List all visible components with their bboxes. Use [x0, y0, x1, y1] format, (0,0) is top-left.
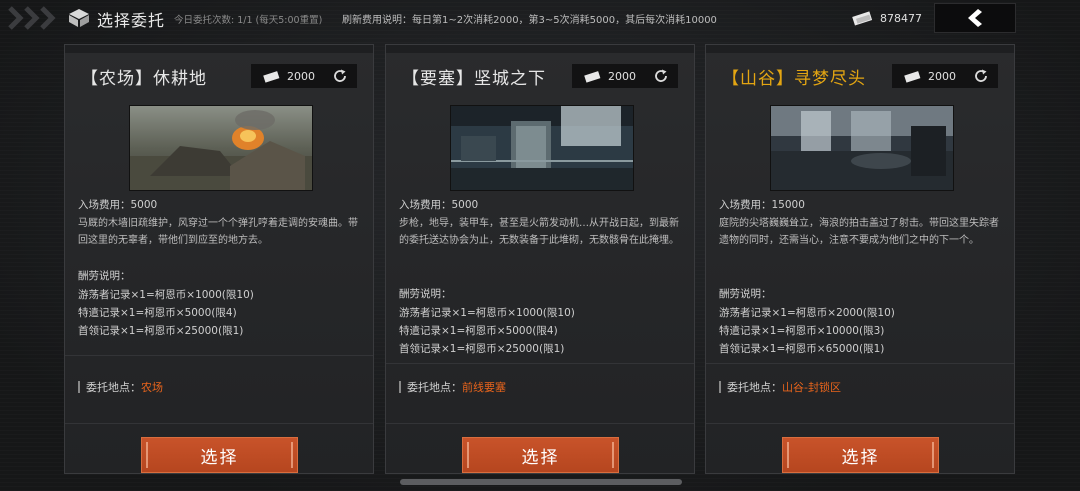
location-value: 前线要塞	[462, 381, 506, 394]
currency-display: 878477	[852, 7, 927, 29]
reward-line: 特遣记录×1=柯恩币×5000(限4)	[399, 325, 558, 337]
divider	[65, 423, 373, 424]
refresh-icon[interactable]	[974, 69, 988, 83]
page-title: 选择委托	[97, 11, 166, 30]
commission-scene-image	[129, 105, 313, 191]
commission-scene-image	[450, 105, 634, 191]
currency-value: 878477	[880, 11, 922, 25]
select-button[interactable]: 选择	[141, 437, 298, 473]
reward-title: 酬劳说明：	[78, 270, 131, 282]
entry-fee: 入场费用：5000	[399, 199, 479, 211]
reward-title: 酬劳说明：	[719, 288, 772, 300]
ticket-icon	[852, 11, 873, 26]
location-value: 山谷-封锁区	[782, 381, 841, 394]
reward-title: 酬劳说明：	[399, 288, 452, 300]
entry-fee: 入场费用：15000	[719, 199, 805, 211]
location-bar	[78, 381, 80, 393]
reward-line: 游荡者记录×1=柯恩币×1000(限10)	[78, 289, 254, 301]
divider	[706, 423, 1014, 424]
commission-location: 委托地点：农场	[78, 379, 163, 395]
location-value: 农场	[141, 381, 163, 394]
daily-commission-count: 今日委托次数: 1/1 (每天5:00重置)	[174, 15, 323, 26]
ticket-icon	[584, 70, 601, 83]
refresh-cost-button[interactable]: 2000	[251, 64, 357, 88]
refresh-cost-button[interactable]: 2000	[572, 64, 678, 88]
commission-description: 马厩的木墙旧疏维护，风穿过一个个弹孔哼着走调的安魂曲。带回这里的无辜者，带他们到…	[78, 218, 358, 246]
horizontal-scrollbar[interactable]	[400, 479, 682, 485]
select-button[interactable]: 选择	[462, 437, 619, 473]
commission-name: 【农场】休耕地	[81, 69, 207, 89]
refresh-icon[interactable]	[333, 69, 347, 83]
refresh-cost-note: 刷新费用说明：每日第1~2次消耗2000，第3~5次消耗5000，其后每次消耗1…	[342, 15, 717, 26]
commission-location: 委托地点：前线要塞	[399, 379, 506, 395]
refresh-cost-button[interactable]: 2000	[892, 64, 998, 88]
location-bar	[719, 381, 721, 393]
package-icon	[69, 9, 89, 27]
refresh-icon[interactable]	[654, 69, 668, 83]
entry-fee: 入场费用：5000	[78, 199, 158, 211]
commission-scene-image	[770, 105, 954, 191]
location-label: 委托地点：	[86, 381, 141, 394]
card-header-stripe	[706, 45, 1014, 53]
reward-line: 特遣记录×1=柯恩币×10000(限3)	[719, 325, 885, 337]
top-bar: 选择委托 今日委托次数: 1/1 (每天5:00重置) 刷新费用说明：每日第1~…	[0, 0, 1080, 36]
location-bar	[399, 381, 401, 393]
divider	[65, 355, 373, 356]
refresh-cost-value: 2000	[928, 69, 956, 83]
reward-line: 特遣记录×1=柯恩币×5000(限4)	[78, 307, 237, 319]
location-label: 委托地点：	[407, 381, 462, 394]
commission-location: 委托地点：山谷-封锁区	[719, 379, 841, 395]
chevron-left-icon	[968, 9, 982, 27]
commission-card-fortress: 【要塞】坚城之下 2000 入场费用：5000 步枪，地导，装甲车，甚至是火箭发…	[385, 44, 695, 474]
back-button[interactable]	[934, 3, 1016, 33]
divider	[706, 363, 1014, 364]
ticket-icon	[904, 70, 921, 83]
commission-description: 步枪，地导，装甲车，甚至是火箭发动机…从开战日起，到最新的委托送达协会为止，无数…	[399, 218, 679, 246]
divider	[386, 363, 694, 364]
reward-line: 游荡者记录×1=柯恩币×2000(限10)	[719, 307, 895, 319]
divider	[386, 423, 694, 424]
ticket-icon	[263, 70, 280, 83]
card-header-stripe	[65, 45, 373, 53]
commission-name: 【山谷】寻梦尽头	[722, 69, 866, 89]
refresh-cost-value: 2000	[608, 69, 636, 83]
reward-line: 游荡者记录×1=柯恩币×1000(限10)	[399, 307, 575, 319]
reward-line: 首领记录×1=柯恩币×65000(限1)	[719, 343, 885, 355]
location-label: 委托地点：	[727, 381, 782, 394]
reward-line: 首领记录×1=柯恩币×25000(限1)	[399, 343, 565, 355]
decorative-chevrons-icon	[8, 6, 56, 30]
select-button[interactable]: 选择	[782, 437, 939, 473]
refresh-cost-value: 2000	[287, 69, 315, 83]
commission-name: 【要塞】坚城之下	[402, 69, 546, 89]
commission-description: 庭院的尖塔巍巍耸立，海浪的拍击盖过了射击。带回这里失踪者遗物的同时，还需当心，注…	[719, 218, 999, 246]
reward-line: 首领记录×1=柯恩币×25000(限1)	[78, 325, 244, 337]
commission-card-farm: 【农场】休耕地 2000 入场费用：5000 马厩的木墙旧疏维护，风穿过一个个弹…	[64, 44, 374, 474]
card-header-stripe	[386, 45, 694, 53]
commission-card-valley: 【山谷】寻梦尽头 2000 入场费用：15000 庭院的尖塔巍巍耸立，海浪的拍击…	[705, 44, 1015, 474]
